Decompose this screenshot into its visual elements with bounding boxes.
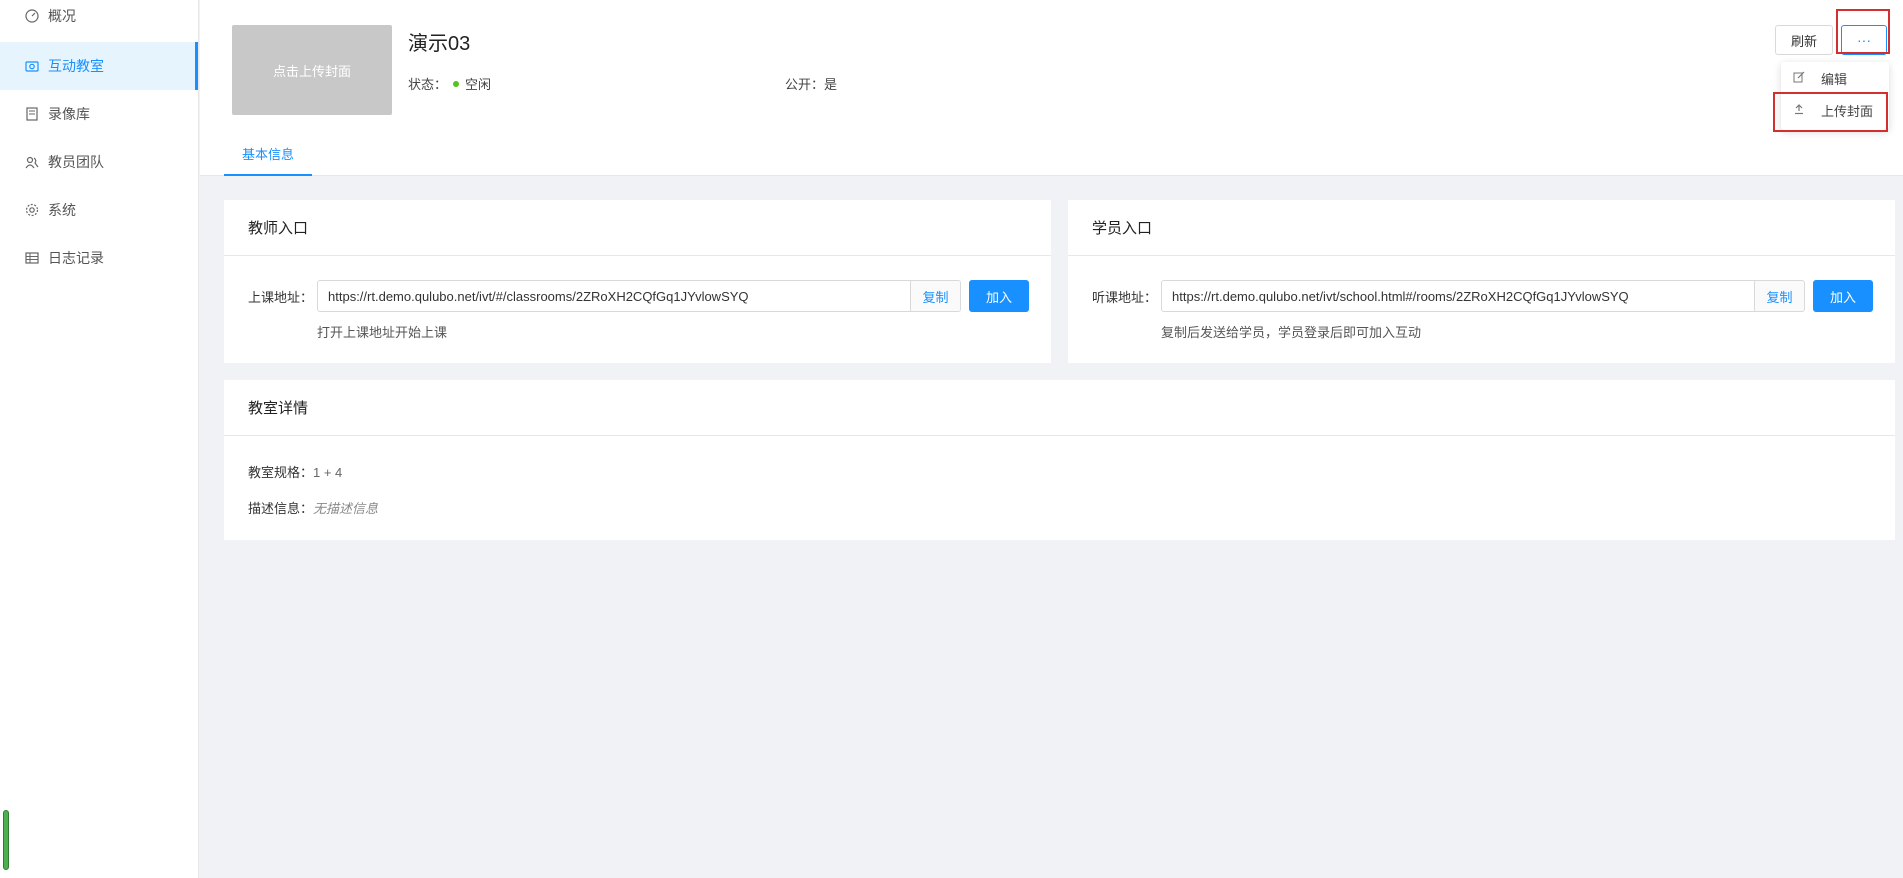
sidebar-item-team[interactable]: 教员团队 [0,138,198,186]
sidebar-item-label: 教员团队 [48,154,104,170]
camera-icon [24,58,40,74]
spec-label: 教室规格： [248,465,314,480]
student-hint: 复制后发送给学员，学员登录后即可加入互动 [1161,325,1422,340]
card-title: 学员入口 [1068,200,1895,256]
teacher-entry-card: 教师入口 上课地址： https://rt.demo.qulubo.net/iv… [224,200,1051,363]
student-url-text[interactable]: https://rt.demo.qulubo.net/ivt/school.ht… [1162,281,1754,311]
menu-item-edit[interactable]: 编辑 [1781,62,1889,94]
sidebar-item-recordings[interactable]: 录像库 [0,90,198,138]
dashboard-icon [24,8,40,24]
teacher-hint: 打开上课地址开始上课 [317,325,448,340]
status-info: 状态： 空闲 [408,74,491,93]
spec-line: 教室规格：1 + 4 [248,462,342,481]
card-title: 教室详情 [224,380,1895,436]
edit-icon [1793,71,1807,86]
description-line: 描述信息：无描述信息 [248,498,378,517]
highlight-box-upload-cover [1773,92,1888,132]
team-icon [24,154,40,170]
classroom-header: 点击上传封面 演示03 状态： 空闲 公开： 是 基本信息 [200,0,1903,176]
teacher-url-field[interactable]: https://rt.demo.qulubo.net/ivt/#/classro… [317,280,962,312]
teacher-url-label: 上课地址： [248,289,314,305]
refresh-button[interactable]: 刷新 [1775,25,1833,55]
sidebar-item-interactive-classroom[interactable]: 互动教室 [0,42,198,90]
sidebar: 概况 互动教室 录像库 教员团队 系统 日志记录 [0,0,199,878]
sidebar-item-overview[interactable]: 概况 [0,0,198,32]
sidebar-item-label: 互动教室 [48,58,104,74]
spec-value: 1 + 4 [313,465,343,480]
tab-basic-info[interactable]: 基本信息 [224,138,312,176]
sidebar-item-logs[interactable]: 日志记录 [0,234,198,282]
gear-icon [24,202,40,218]
status-value: 空闲 [465,77,492,92]
menu-item-label: 编辑 [1821,71,1848,87]
teacher-copy-button[interactable]: 复制 [910,281,961,311]
student-url-field[interactable]: https://rt.demo.qulubo.net/ivt/school.ht… [1161,280,1806,312]
description-label: 描述信息： [248,501,314,516]
teacher-join-button[interactable]: 加入 [969,280,1030,312]
sidebar-item-label: 概况 [48,8,76,24]
status-dot-icon [453,80,460,87]
status-label: 状态： [408,77,448,92]
page-title: 演示03 [408,33,471,55]
student-join-button[interactable]: 加入 [1813,280,1874,312]
student-entry-card: 学员入口 听课地址： https://rt.demo.qulubo.net/iv… [1068,200,1895,363]
description-value: 无描述信息 [313,501,379,516]
public-info: 公开： 是 [785,74,837,93]
teacher-url-row: 上课地址： https://rt.demo.qulubo.net/ivt/#/c… [248,280,1030,312]
public-label: 公开： [785,77,825,92]
student-url-label: 听课地址： [1092,289,1158,305]
sidebar-item-label: 日志记录 [48,250,104,266]
cover-upload[interactable]: 点击上传封面 [232,25,392,115]
student-copy-button[interactable]: 复制 [1754,281,1805,311]
card-title: 教师入口 [224,200,1051,256]
table-icon [24,250,40,266]
sidebar-item-label: 系统 [48,202,76,218]
sidebar-item-system[interactable]: 系统 [0,186,198,234]
sidebar-item-label: 录像库 [48,106,90,122]
scroll-handle[interactable] [3,810,9,870]
student-url-row: 听课地址： https://rt.demo.qulubo.net/ivt/sch… [1092,280,1874,312]
highlight-box-more [1836,9,1890,54]
classroom-details-card: 教室详情 教室规格：1 + 4 描述信息：无描述信息 [224,380,1895,540]
book-icon [24,106,40,122]
public-value: 是 [824,77,838,92]
teacher-url-text[interactable]: https://rt.demo.qulubo.net/ivt/#/classro… [318,281,910,311]
